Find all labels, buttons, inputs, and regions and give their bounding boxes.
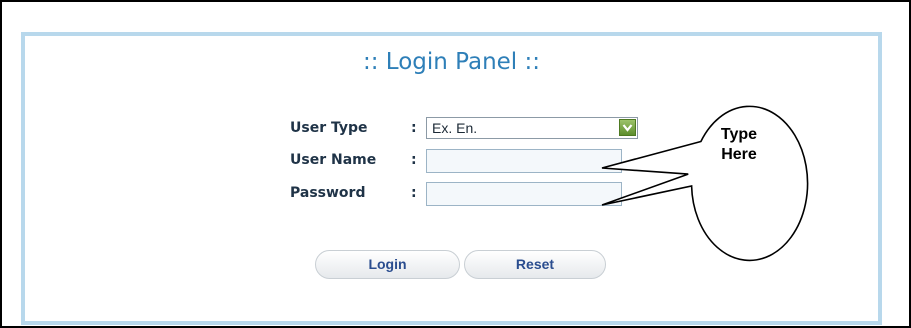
password-input[interactable] bbox=[426, 182, 622, 206]
login-button[interactable]: Login bbox=[315, 250, 460, 279]
user-type-select[interactable]: Ex. En. bbox=[426, 117, 638, 139]
login-panel: :: Login Panel :: User Type : Ex. En. Us… bbox=[21, 32, 882, 325]
password-label: Password : bbox=[290, 185, 417, 201]
user-name-input[interactable] bbox=[426, 149, 622, 173]
user-name-label-text: User Name bbox=[290, 152, 377, 168]
user-type-label: User Type : bbox=[290, 120, 417, 136]
callout-text: Type Here bbox=[697, 125, 781, 165]
password-label-text: Password bbox=[290, 185, 366, 201]
user-type-colon: : bbox=[411, 120, 417, 136]
chevron-down-icon[interactable] bbox=[619, 119, 636, 136]
callout-line-1: Type bbox=[720, 126, 758, 143]
user-name-colon: : bbox=[411, 152, 417, 168]
callout-line-2: Here bbox=[721, 146, 757, 163]
reset-button[interactable]: Reset bbox=[464, 250, 606, 279]
user-type-label-text: User Type bbox=[290, 120, 368, 136]
user-type-selected-value: Ex. En. bbox=[432, 120, 478, 136]
password-colon: : bbox=[411, 185, 417, 201]
panel-title: :: Login Panel :: bbox=[362, 49, 541, 75]
user-name-label: User Name : bbox=[290, 152, 417, 168]
